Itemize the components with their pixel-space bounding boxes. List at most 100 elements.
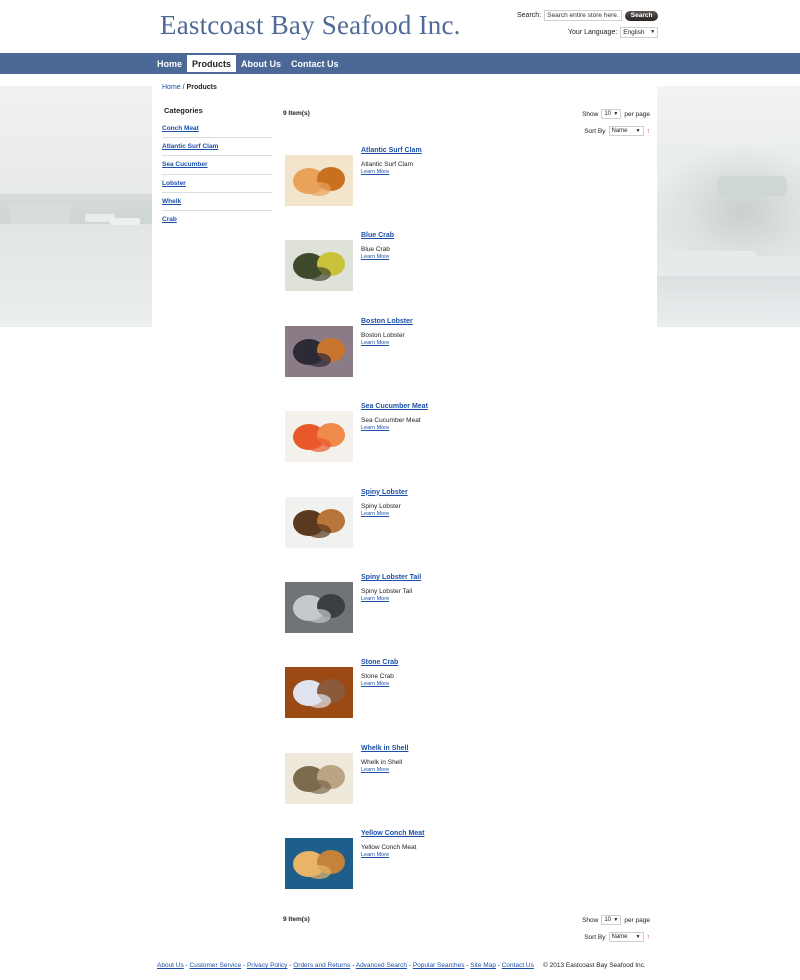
sort-value: Name <box>611 934 628 940</box>
search-label: Search: <box>517 12 542 19</box>
product-item: Yellow Conch Meat Yellow Conch Meat Learn … <box>285 830 645 910</box>
dropdown-arrow-icon: ▼ <box>613 111 619 117</box>
toolbar-bottom: 9 Item(s) Show 10 ▼ per page Sort By Nam… <box>283 915 650 945</box>
main-content: Home / Products Categories Conch Meat Atl… <box>152 74 657 980</box>
product-name-link[interactable]: Atlantic Surf Clam <box>361 147 422 154</box>
site-logo[interactable]: Eastcoast Bay Seafood Inc. <box>160 10 461 41</box>
nav-item-home[interactable]: Home <box>152 55 187 72</box>
breadcrumb-separator: / <box>182 84 185 91</box>
page-size-control: Show 10 ▼ per page <box>582 915 650 925</box>
product-description: Spiny Lobster Tail <box>361 588 413 595</box>
product-image[interactable] <box>285 752 353 804</box>
sort-select[interactable]: Name ▼ <box>608 932 644 942</box>
category-link[interactable]: Lobster <box>162 175 272 193</box>
product-description: Boston Lobster <box>361 331 405 339</box>
product-name-link[interactable]: Yellow Conch Meat <box>361 830 424 837</box>
sort-control: Sort By Name ▼ ↑ <box>584 932 650 942</box>
product-item: Atlantic Surf Clam Atlantic Surf Clam Lear… <box>285 147 645 227</box>
product-image[interactable] <box>285 240 353 292</box>
language-switcher: Your Language: English ▼ <box>568 27 659 38</box>
product-item: Blue Crab Blue Crab Learn More <box>285 232 645 312</box>
category-link[interactable]: Atlantic Surf Clam <box>162 138 272 157</box>
main-nav: Home Products About Us Contact Us <box>0 53 800 74</box>
sort-direction-icon[interactable]: ↑ <box>647 934 651 941</box>
product-description: Sea Cucumber Meat <box>361 417 421 425</box>
sort-select[interactable]: Name ▼ <box>608 126 644 136</box>
footer-link[interactable]: Contact Us <box>502 962 534 969</box>
product-image[interactable] <box>285 325 353 377</box>
search-bar: Search: Search <box>517 10 659 21</box>
site-header: Eastcoast Bay Seafood Inc. Search: Searc… <box>0 0 800 53</box>
toolbar-top: 9 Item(s) Show 10 ▼ per page Sort By Nam… <box>283 109 650 139</box>
dropdown-arrow-icon: ▼ <box>650 29 656 35</box>
search-button[interactable]: Search <box>625 10 659 21</box>
footer-link[interactable]: Orders and Returns <box>293 962 350 969</box>
language-label: Your Language: <box>568 29 618 36</box>
learn-more-link[interactable]: Learn More <box>361 596 389 602</box>
background-photo-left <box>0 86 152 327</box>
per-page-label: per page <box>624 110 650 118</box>
learn-more-link[interactable]: Learn More <box>361 511 389 517</box>
product-item: Spiny Lobster Tail Spiny Lobster Tail Lear… <box>285 574 645 654</box>
footer-link[interactable]: Privacy Policy <box>247 962 287 969</box>
learn-more-link[interactable]: Learn More <box>361 681 389 687</box>
learn-more-link[interactable]: Learn More <box>361 169 389 175</box>
language-value: English <box>623 29 645 36</box>
page-size-select[interactable]: 10 ▼ <box>601 915 622 925</box>
product-image[interactable] <box>285 496 353 548</box>
sort-value: Name <box>611 128 628 134</box>
learn-more-link[interactable]: Learn More <box>361 852 389 858</box>
product-name-link[interactable]: Blue Crab <box>361 232 394 239</box>
item-count: 9 Item(s) <box>283 110 310 117</box>
page-size-value: 10 <box>604 111 612 117</box>
nav-item-about-us[interactable]: About Us <box>236 55 286 72</box>
footer-link[interactable]: Site Map <box>470 962 496 969</box>
sort-direction-icon[interactable]: ↑ <box>647 128 651 135</box>
language-select[interactable]: English ▼ <box>620 27 659 38</box>
category-link[interactable]: Conch Meat <box>162 120 272 139</box>
product-name-link[interactable]: Whelk in Shell <box>361 745 408 752</box>
nav-item-products[interactable]: Products <box>187 55 237 72</box>
product-description: Stone Crab <box>361 673 394 681</box>
product-item: Stone Crab Stone Crab Learn More <box>285 659 645 739</box>
item-count: 9 Item(s) <box>283 916 310 923</box>
product-image[interactable] <box>285 838 353 890</box>
page-size-control: Show 10 ▼ per page <box>582 109 650 119</box>
page-size-value: 10 <box>604 917 612 923</box>
footer-link[interactable]: Advanced Search <box>356 962 407 969</box>
breadcrumb-home-link[interactable]: Home <box>162 84 181 91</box>
product-description: Atlantic Surf Clam <box>361 161 414 168</box>
category-link[interactable]: Crab <box>162 211 272 229</box>
footer-link[interactable]: Popular Searches <box>413 962 465 969</box>
dropdown-arrow-icon: ▼ <box>635 934 641 940</box>
footer-link[interactable]: Customer Service <box>190 962 242 969</box>
learn-more-link[interactable]: Learn More <box>361 254 389 260</box>
product-image[interactable] <box>285 411 353 463</box>
background-photo-right <box>657 86 800 327</box>
search-input[interactable] <box>544 10 623 21</box>
dropdown-arrow-icon: ▼ <box>613 917 619 923</box>
product-name-link[interactable]: Stone Crab <box>361 659 398 666</box>
nav-item-contact-us[interactable]: Contact Us <box>286 55 344 72</box>
page-size-select[interactable]: 10 ▼ <box>601 109 622 119</box>
category-link[interactable]: Whelk <box>162 193 272 211</box>
product-image[interactable] <box>285 582 353 633</box>
learn-more-link[interactable]: Learn More <box>361 425 389 431</box>
product-name-link[interactable]: Spiny Lobster <box>361 489 408 496</box>
product-name-link[interactable]: Spiny Lobster Tail <box>361 574 421 581</box>
breadcrumb-current: Products <box>186 84 217 91</box>
product-item: Sea Cucumber Meat Sea Cucumber Meat Learn … <box>285 403 645 483</box>
category-link[interactable]: Sea Cucumber <box>162 156 272 175</box>
product-image[interactable] <box>285 667 353 719</box>
product-name-link[interactable]: Sea Cucumber Meat <box>361 403 428 410</box>
product-image[interactable] <box>285 155 353 206</box>
product-description: Blue Crab <box>361 246 390 254</box>
product-name-link[interactable]: Boston Lobster <box>361 318 413 325</box>
footer-link[interactable]: About Us <box>157 962 184 969</box>
learn-more-link[interactable]: Learn More <box>361 767 389 773</box>
sort-label: Sort By <box>584 127 606 135</box>
learn-more-link[interactable]: Learn More <box>361 340 389 346</box>
per-page-label: per page <box>624 916 650 924</box>
sort-label: Sort By <box>584 933 606 941</box>
breadcrumb: Home / Products <box>162 84 217 91</box>
